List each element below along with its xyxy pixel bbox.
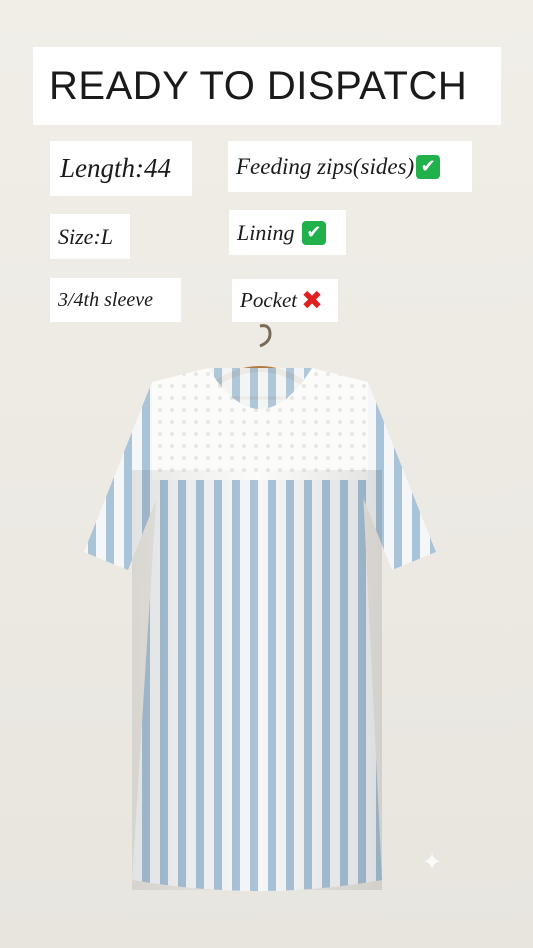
sparkle-icon: ✦	[422, 848, 443, 876]
page-title: READY TO DISPATCH	[33, 47, 501, 125]
pocket-text: Pocket	[240, 288, 298, 312]
length-label: Length:44	[50, 141, 192, 196]
dress-image	[70, 320, 450, 920]
size-label: Size:L	[50, 214, 130, 259]
check-icon: ✔	[416, 154, 441, 179]
cross-icon: ✖	[301, 285, 323, 316]
lining-text: Lining	[237, 219, 295, 245]
dress-illustration	[84, 324, 436, 891]
lining-label: Lining ✔	[229, 210, 346, 255]
feeding-zips-label: Feeding zips(sides) ✔	[228, 141, 472, 192]
pocket-label: Pocket ✖	[232, 279, 338, 322]
sleeve-label: 3/4th sleeve	[50, 278, 181, 322]
feeding-zips-text: Feeding zips(sides)	[236, 153, 415, 179]
check-icon: ✔	[301, 220, 326, 245]
